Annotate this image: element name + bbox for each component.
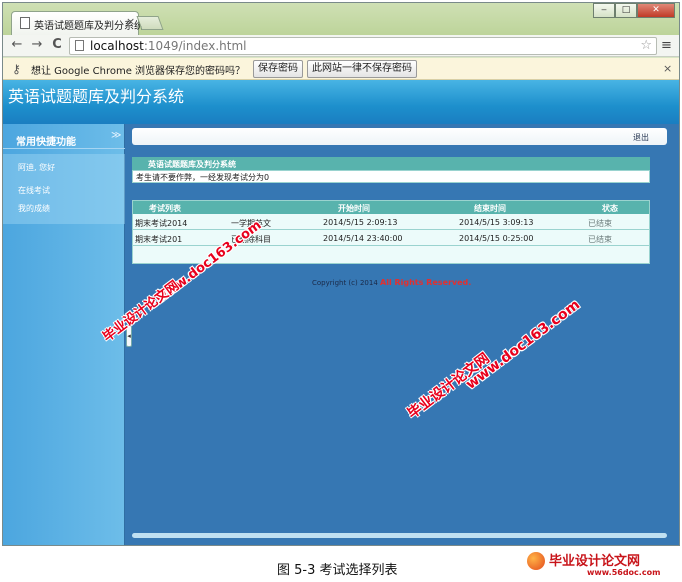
sidebar-header[interactable]: 常用快捷功能 ≫	[3, 127, 125, 149]
column-header-status: 状态	[602, 204, 618, 213]
app-title: 英语试题题库及判分系统	[8, 87, 185, 106]
exam-name[interactable]: 期末考试2014	[135, 218, 187, 229]
figure-caption: 图 5-3 考试选择列表	[277, 563, 398, 578]
column-header-start: 开始时间	[338, 204, 370, 213]
logo-name: 毕业设计论文网	[549, 554, 641, 569]
page-icon	[20, 17, 30, 29]
table-row[interactable]: 期末考试2014 一学期英文 2014/5/15 2:09:13 2014/5/…	[133, 215, 649, 230]
exam-status: 已结束	[588, 235, 612, 244]
infobar-close-icon[interactable]: ×	[663, 62, 672, 75]
panel-title: 英语试题题库及判分系统	[148, 160, 236, 169]
forward-icon[interactable]: →	[29, 37, 45, 53]
sidebar-item-greeting: 阿迪, 您好	[18, 163, 56, 172]
copyright-suffix: All Rights Reserved.	[380, 278, 472, 287]
infobar-text: 想让 Google Chrome 浏览器保存您的密码吗？	[31, 66, 246, 77]
sidebar-item-online-exam[interactable]: 在线考试	[18, 185, 50, 196]
exam-status: 已结束	[588, 219, 612, 228]
key-icon: ⚷	[12, 62, 21, 76]
notice-box: 考生请不要作弊，一经发现考试分为0	[132, 170, 650, 183]
sidebar-menu: 阿迪, 您好 在线考试 我的成绩	[3, 154, 125, 224]
chevron-down-icon[interactable]: ≫	[111, 130, 121, 141]
main-bottom-bar	[132, 533, 667, 538]
window-controls: ‒ □ ✕	[593, 3, 675, 19]
main-content: 退出 英语试题题库及判分系统 考生请不要作弊，一经发现考试分为0 考试列表 开始…	[132, 124, 673, 540]
column-header-exam: 考试列表	[149, 204, 181, 213]
copyright: Copyright (c) 2014 All Rights Reserved.	[312, 278, 471, 287]
bookmark-star-icon[interactable]: ☆	[640, 38, 652, 53]
page-icon	[75, 40, 84, 51]
app-header: 英语试题题库及判分系统	[3, 80, 679, 124]
logo-url: www.56doc.com	[587, 568, 661, 577]
never-save-button[interactable]: 此网站一律不保存密码	[307, 60, 417, 78]
tab-strip: 英语试题题库及判分系统 × ‒ □ ✕	[3, 3, 679, 35]
logo-icon	[527, 552, 545, 570]
sidebar-item-my-scores[interactable]: 我的成绩	[18, 203, 50, 214]
password-infobar: ⚷ 想让 Google Chrome 浏览器保存您的密码吗？ 保存密码 此网站一…	[3, 58, 679, 80]
address-bar[interactable]: localhost:1049/index.html ☆	[69, 37, 657, 55]
close-window-button[interactable]: ✕	[637, 3, 675, 18]
column-header-end: 结束时间	[474, 204, 506, 213]
exam-end: 2014/5/15 0:25:00	[459, 234, 534, 243]
panel-header: 英语试题题库及判分系统	[132, 157, 650, 170]
sidebar-header-label: 常用快捷功能	[16, 137, 76, 148]
reload-icon[interactable]: C	[49, 37, 65, 53]
tab-close-icon[interactable]: ×	[126, 15, 135, 28]
table-header: 考试列表 开始时间 结束时间 状态	[133, 201, 649, 214]
footer-logo: 毕业设计论文网 www.56doc.com	[527, 550, 675, 580]
top-bar: 退出	[132, 128, 667, 145]
notice-text: 考生请不要作弊，一经发现考试分为0	[136, 173, 270, 182]
page-viewport: 英语试题题库及判分系统 常用快捷功能 ≫ 阿迪, 您好 在线考试 我的成绩 ◂ …	[3, 80, 679, 545]
menu-icon[interactable]: ≡	[661, 38, 672, 53]
browser-window: 英语试题题库及判分系统 × ‒ □ ✕ ← → C localhost:1049…	[2, 2, 680, 546]
exam-start: 2014/5/14 23:40:00	[323, 234, 403, 243]
browser-toolbar: ← → C localhost:1049/index.html ☆ ≡	[3, 35, 679, 57]
browser-tab[interactable]: 英语试题题库及判分系统 ×	[11, 11, 144, 35]
exam-end: 2014/5/15 3:09:13	[459, 218, 534, 227]
table-row[interactable]: 期末考试201 已删除科目 2014/5/14 23:40:00 2014/5/…	[133, 231, 649, 246]
save-password-button[interactable]: 保存密码	[253, 60, 303, 78]
url-text: localhost:1049/index.html	[90, 39, 247, 53]
logout-link[interactable]: 退出	[633, 132, 649, 143]
maximize-button[interactable]: □	[615, 3, 637, 18]
copyright-prefix: Copyright (c) 2014	[312, 279, 378, 287]
new-tab-button[interactable]	[136, 16, 164, 30]
exam-start: 2014/5/15 2:09:13	[323, 218, 398, 227]
exam-name[interactable]: 期末考试201	[135, 234, 182, 245]
back-icon[interactable]: ←	[9, 37, 25, 53]
minimize-button[interactable]: ‒	[593, 3, 615, 18]
